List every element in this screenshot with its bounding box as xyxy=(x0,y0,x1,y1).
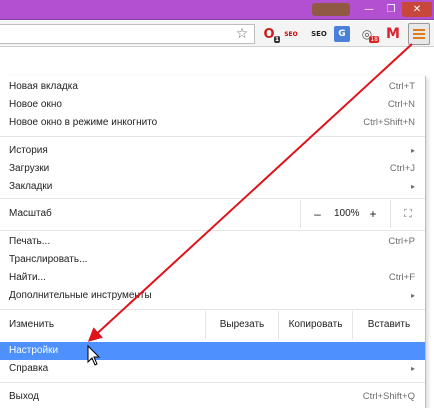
menu-shortcut: Ctrl+Shift+N xyxy=(363,117,415,128)
menu-item-label: Закладки xyxy=(9,181,53,192)
zoom-in-button[interactable]: + xyxy=(356,200,390,228)
zoom-level: 100% xyxy=(334,208,360,219)
menu-shortcut: Ctrl+J xyxy=(389,163,415,174)
submenu-arrow-icon: ▸ xyxy=(410,182,415,191)
menu-item-label: Печать... xyxy=(9,236,51,247)
copy-button[interactable]: Копировать xyxy=(278,311,352,339)
menu-item-label: Справка xyxy=(9,363,49,374)
menu-divider xyxy=(0,382,425,383)
globe-badge-count: 18 xyxy=(369,36,379,43)
menu-divider xyxy=(0,309,425,310)
close-window-button[interactable]: ✕ xyxy=(402,2,432,17)
title-bar: — ❐ ✕ xyxy=(0,0,434,20)
menu-item-downloads[interactable]: Загрузки Ctrl+J xyxy=(0,160,425,178)
menu-item-label: Дополнительные инструменты xyxy=(9,290,152,301)
globe-extension-icon[interactable]: ◎ 18 xyxy=(358,25,379,43)
seo-extension-icon[interactable]: SEO xyxy=(282,25,300,43)
address-bar[interactable] xyxy=(0,24,255,44)
minimize-button[interactable]: — xyxy=(358,2,380,17)
edit-row: Изменить Вырезать Копировать Вставить xyxy=(0,311,425,339)
submenu-arrow-icon: ▸ xyxy=(410,146,415,155)
bookmark-star-icon[interactable]: ☆ xyxy=(233,25,251,43)
menu-shortcut: Ctrl+T xyxy=(388,81,415,92)
cut-button[interactable]: Вырезать xyxy=(205,311,278,339)
menu-item-new-tab[interactable]: Новая вкладка Ctrl+T xyxy=(0,78,425,96)
submenu-arrow-icon: ▸ xyxy=(410,291,415,300)
menu-item-find[interactable]: Найти... Ctrl+F xyxy=(0,269,425,287)
menu-item-help[interactable]: Справка ▸ xyxy=(0,360,425,378)
zoom-out-button[interactable]: – xyxy=(300,200,334,228)
menu-item-bookmarks[interactable]: Закладки ▸ xyxy=(0,178,425,196)
fullscreen-icon[interactable]: ⛶ xyxy=(390,200,425,228)
maximize-button[interactable]: ❐ xyxy=(380,2,402,17)
menu-item-label: История xyxy=(9,145,48,156)
chrome-menu-icon[interactable] xyxy=(408,23,430,45)
menu-divider xyxy=(0,198,425,199)
menu-item-new-window[interactable]: Новое окно Ctrl+N xyxy=(0,96,425,114)
menu-item-cast[interactable]: Транслировать... xyxy=(0,251,425,269)
menu-divider xyxy=(0,136,425,137)
menu-item-incognito[interactable]: Новое окно в режиме инкогнито Ctrl+Shift… xyxy=(0,114,425,132)
menu-item-history[interactable]: История ▸ xyxy=(0,142,425,160)
menu-shortcut: Ctrl+F xyxy=(388,272,415,283)
chrome-main-menu: Новая вкладка Ctrl+T Новое окно Ctrl+N Н… xyxy=(0,76,426,408)
menu-item-more-tools[interactable]: Дополнительные инструменты ▸ xyxy=(0,287,425,305)
browser-toolbar: ☆ O 1 SEO SEO G ◎ 18 M xyxy=(0,21,434,47)
menu-shortcut: Ctrl+Shift+Q xyxy=(362,391,415,402)
menu-item-settings[interactable]: Настройки xyxy=(0,342,425,360)
zoom-label: Масштаб xyxy=(9,208,52,219)
zoom-row: Масштаб – 100% + ⛶ xyxy=(0,200,425,228)
paste-button[interactable]: Вставить xyxy=(352,311,425,339)
menu-item-label: Транслировать... xyxy=(9,254,88,265)
menu-item-exit[interactable]: Выход Ctrl+Shift+Q xyxy=(0,388,425,406)
menu-item-print[interactable]: Печать... Ctrl+P xyxy=(0,233,425,251)
blurred-tab[interactable] xyxy=(312,3,350,16)
menu-item-label: Новое окно xyxy=(9,99,62,110)
edit-label: Изменить xyxy=(9,319,55,330)
menu-divider xyxy=(0,230,425,231)
menu-item-label: Загрузки xyxy=(9,163,50,174)
opera-badge-count: 1 xyxy=(273,36,280,43)
translate-icon[interactable]: G xyxy=(334,26,350,42)
opera-glyph: O xyxy=(263,26,275,42)
menu-shortcut: Ctrl+P xyxy=(388,236,415,247)
menu-shortcut: Ctrl+N xyxy=(387,99,415,110)
opera-extension-icon[interactable]: O 1 xyxy=(260,25,280,43)
submenu-arrow-icon: ▸ xyxy=(410,364,415,373)
menu-item-label: Новое окно в режиме инкогнито xyxy=(9,117,158,128)
menu-item-label: Настройки xyxy=(9,345,59,356)
menu-item-label: Выход xyxy=(9,391,39,402)
menu-item-label: Новая вкладка xyxy=(9,81,78,92)
seo-quake-icon[interactable]: SEO xyxy=(308,25,330,43)
menu-item-label: Найти... xyxy=(9,272,46,283)
page-area xyxy=(0,48,434,76)
gmail-icon[interactable]: M xyxy=(384,25,402,43)
